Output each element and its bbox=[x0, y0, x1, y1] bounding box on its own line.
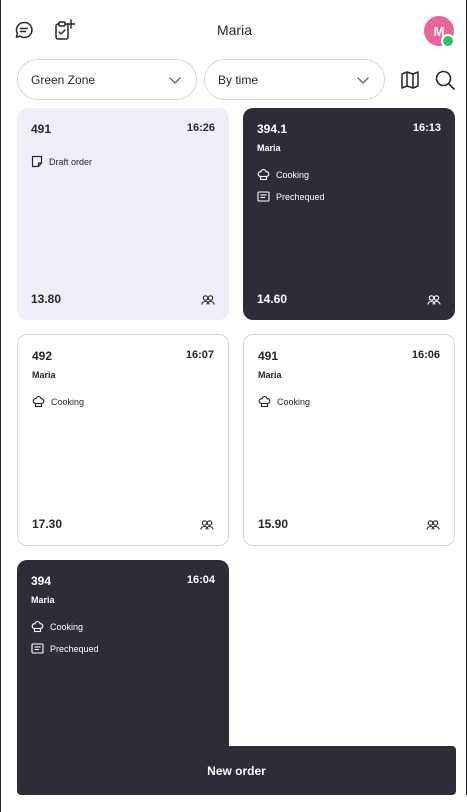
order-status: Prechequed bbox=[257, 191, 325, 203]
map-icon[interactable] bbox=[399, 69, 421, 91]
bottom-spacer bbox=[1, 795, 467, 812]
status-label: Cooking bbox=[276, 169, 310, 180]
guests-icon bbox=[201, 295, 215, 305]
order-waiter: Maria bbox=[257, 143, 281, 153]
order-total: 13.80 bbox=[31, 292, 62, 306]
order-number: 491 bbox=[31, 122, 52, 136]
order-status: Draft order bbox=[31, 155, 92, 168]
guests-icon bbox=[427, 295, 441, 305]
receipt-icon bbox=[257, 191, 270, 202]
chef-hat-icon bbox=[258, 395, 271, 408]
new-order-button[interactable]: New order bbox=[17, 746, 456, 795]
page-title: Maria bbox=[216, 22, 252, 38]
order-total: 17.30 bbox=[32, 517, 63, 531]
status-label: Prechequed bbox=[50, 644, 99, 654]
order-card[interactable]: 491 16:26 Draft order 13.80 bbox=[17, 108, 229, 320]
order-status: Cooking bbox=[31, 620, 83, 633]
order-card[interactable]: 394.1 16:13 Maria Cooking Prechequed 14.… bbox=[243, 108, 455, 320]
order-waiter: Maria bbox=[258, 370, 282, 380]
order-waiter: Maria bbox=[32, 370, 56, 380]
order-total: 14.60 bbox=[257, 292, 288, 306]
status-label: Prechequed bbox=[276, 192, 325, 202]
sort-select[interactable]: By time bbox=[204, 59, 385, 100]
chef-hat-icon bbox=[257, 168, 270, 181]
order-card[interactable]: 491 16:06 Maria Cooking 15.90 bbox=[243, 334, 455, 546]
zone-select-value: Green Zone bbox=[31, 72, 96, 87]
order-time: 16:07 bbox=[185, 349, 214, 361]
zone-select[interactable]: Green Zone bbox=[17, 59, 197, 100]
order-time: 16:04 bbox=[186, 574, 215, 586]
order-number: 492 bbox=[32, 349, 53, 363]
status-label: Cooking bbox=[50, 621, 84, 632]
app-header: Maria M bbox=[1, 0, 467, 60]
order-waiter: Maria bbox=[31, 595, 55, 605]
status-label: Draft order bbox=[49, 156, 93, 167]
guests-icon bbox=[200, 520, 214, 530]
chevron-down-icon bbox=[357, 77, 369, 84]
status-label: Cooking bbox=[277, 396, 311, 407]
order-status: Prechequed bbox=[31, 643, 99, 655]
order-card[interactable]: 394 16:04 Maria Cooking Prechequed bbox=[17, 560, 229, 772]
order-total: 15.90 bbox=[258, 517, 289, 531]
sort-select-value: By time bbox=[218, 72, 259, 87]
draft-icon bbox=[31, 155, 43, 168]
order-status: Cooking bbox=[32, 395, 84, 408]
order-time: 16:13 bbox=[412, 122, 441, 134]
order-card[interactable]: 492 16:07 Maria Cooking 17.30 bbox=[17, 334, 229, 546]
app-frame: Maria M Green Zone By time 491 16:26 Dra… bbox=[0, 0, 467, 812]
guests-icon bbox=[426, 520, 440, 530]
receipt-icon bbox=[31, 643, 44, 654]
order-number: 394.1 bbox=[257, 122, 288, 136]
chef-hat-icon bbox=[32, 395, 45, 408]
chevron-down-icon bbox=[169, 77, 181, 84]
order-status: Cooking bbox=[257, 168, 309, 181]
order-status: Cooking bbox=[258, 395, 310, 408]
online-status-dot bbox=[441, 34, 455, 48]
chef-hat-icon bbox=[31, 620, 44, 633]
order-number: 491 bbox=[258, 349, 279, 363]
order-number: 394 bbox=[31, 574, 52, 588]
status-label: Cooking bbox=[51, 396, 85, 407]
order-time: 16:06 bbox=[411, 349, 440, 361]
search-icon[interactable] bbox=[434, 69, 456, 91]
order-time: 16:26 bbox=[186, 122, 215, 134]
